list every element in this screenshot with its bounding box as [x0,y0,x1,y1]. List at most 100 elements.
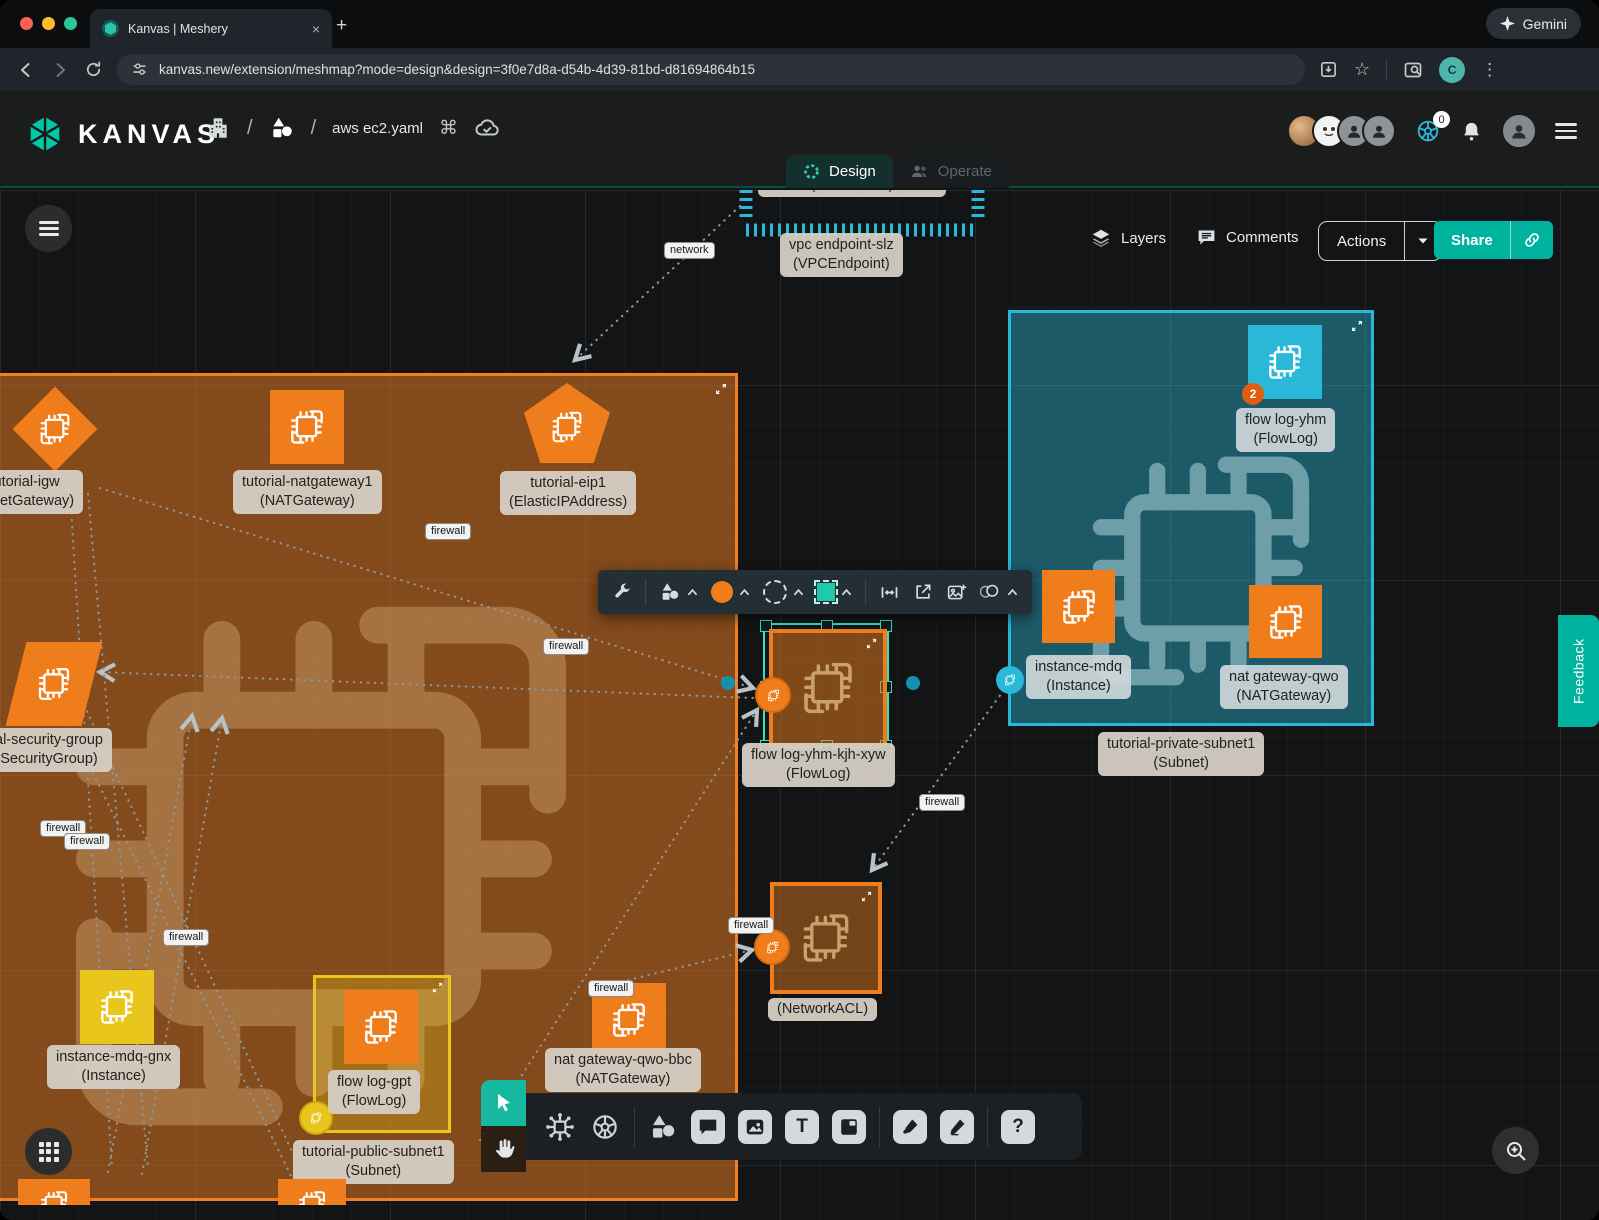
node-partial[interactable] [278,1179,346,1205]
resize-width-icon[interactable] [879,582,900,603]
note-tool-button[interactable] [832,1110,866,1144]
node-label-vpc-endpoint[interactable]: vpc endpoint-slz(VPCEndpoint) [780,233,903,277]
edge-label-firewall[interactable]: firewall [728,917,774,934]
select-tool-button[interactable] [481,1080,526,1126]
site-settings-icon[interactable] [131,61,148,78]
layers-button[interactable]: Layers [1090,227,1166,249]
subnet-connector[interactable] [996,666,1024,694]
browser-profile-avatar[interactable]: C [1439,57,1465,83]
node-flow-log-gpt[interactable] [344,990,418,1064]
user-avatar[interactable] [1501,113,1537,149]
node-label-nat-gateway-1[interactable]: tutorial-natgateway1(NATGateway) [233,470,382,514]
node-label-nat-gateway-qwo-bbc[interactable]: nat gateway-qwo-bbc(NATGateway) [545,1048,701,1092]
design-file-name[interactable]: aws ec2.yaml [332,120,423,137]
node-label-public-subnet[interactable]: tutorial-public-subnet1(Subnet) [293,1140,454,1184]
collaborator-avatars[interactable] [1287,114,1396,148]
fill-color-picker[interactable] [711,581,750,603]
shapes-tool-icon[interactable] [648,1112,678,1142]
search-panel-icon[interactable] [1403,60,1423,80]
node-label-private-subnet[interactable]: tutorial-private-subnet1(Subnet) [1098,732,1264,776]
border-style-picker[interactable] [763,580,804,604]
back-icon[interactable] [16,60,36,80]
node-instance-mdq[interactable] [1042,570,1115,643]
shortcuts-icon[interactable]: ⌘ [439,117,458,140]
canvas-menu-button[interactable] [25,205,72,252]
node-label-instance-mdq-gnx[interactable]: instance-mdq-gnx(Instance) [47,1045,180,1089]
node-label-security-group[interactable]: al-security-groupSecurityGroup) [0,728,112,772]
tab-operate[interactable]: Operate [893,155,1009,188]
edge-label-firewall[interactable]: firewall [588,980,634,997]
node-security-group[interactable] [16,642,92,726]
dot-grid-button[interactable] [25,1128,72,1175]
edge-endpoint-dot[interactable] [721,676,735,690]
node-label-instance-mdq[interactable]: instance-mdq(Instance) [1026,655,1131,699]
edge-label-firewall[interactable]: firewall [163,929,209,946]
copy-link-button[interactable] [1510,221,1553,259]
edge-endpoint-dot[interactable] [906,676,920,690]
node-label-network-acl[interactable]: (NetworkACL) [768,998,877,1021]
edge-label-firewall[interactable]: firewall [543,638,589,655]
edge-label-firewall[interactable]: firewall [425,523,471,540]
edge-label-network[interactable]: network [664,242,715,259]
organization-icon[interactable] [205,115,231,141]
reload-icon[interactable] [84,60,103,79]
node-label-flow-log-selected[interactable]: flow log-yhm-kjh-xyw(FlowLog) [742,743,895,787]
zoom-window-button[interactable] [64,17,77,30]
edge-label-firewall[interactable]: firewall [919,794,965,811]
shape-picker[interactable] [659,581,698,603]
network-acl-connector[interactable] [754,929,790,965]
node-nat-gateway-1[interactable] [270,390,344,464]
add-image-icon[interactable] [946,582,967,603]
feedback-tab[interactable]: Feedback [1558,615,1599,727]
notifications-bell-icon[interactable] [1460,120,1483,143]
browser-tab[interactable]: Kanvas | Meshery × [90,9,332,48]
node-label-elastic-ip[interactable]: tutorial-eip1(ElasticIPAddress) [500,471,636,515]
share-button[interactable]: Share [1434,221,1553,259]
node-nat-gateway-qwo[interactable] [1249,585,1322,658]
expand-node-icon[interactable] [432,982,443,993]
comment-tool-button[interactable] [691,1110,725,1144]
node-internet-gateway[interactable] [14,388,96,470]
collaborator-avatar[interactable] [1362,114,1396,148]
node-label-nat-gateway-qwo[interactable]: nat gateway-qwo(NATGateway) [1220,665,1348,709]
actions-button[interactable]: Actions [1318,221,1442,261]
draw-pencil-button[interactable] [940,1110,974,1144]
selection-style-picker[interactable] [817,583,852,601]
node-label-route-table[interactable]: (RouteTable) [758,190,946,197]
clone-picker[interactable] [980,582,1018,603]
kubernetes-tool-icon[interactable] [589,1111,621,1143]
zoom-button[interactable] [1492,1127,1539,1174]
node-label-flow-log-gpt[interactable]: flow log-gpt(FlowLog) [328,1070,420,1114]
browser-menu-icon[interactable]: ⋮ [1481,60,1498,80]
image-tool-button[interactable] [738,1110,772,1144]
forward-icon[interactable] [50,60,70,80]
kanvas-brand[interactable]: KANVAS [26,115,220,153]
tab-close-icon[interactable]: × [312,21,320,37]
environment-connections[interactable]: 0 [1414,117,1442,145]
connect-pen-button[interactable] [893,1110,927,1144]
component-tool-icon[interactable] [544,1111,576,1143]
app-menu-icon[interactable] [1555,119,1577,143]
gemini-button[interactable]: Gemini [1486,8,1581,39]
close-window-button[interactable] [20,17,33,30]
help-button[interactable]: ? [1001,1110,1035,1144]
design-canvas[interactable]: Layers Comments Actions Share (RouteTabl… [0,190,1599,1220]
pan-tool-button[interactable] [481,1126,526,1172]
node-label-flow-log-yhm[interactable]: flow log-yhm(FlowLog) [1236,408,1335,452]
minimize-window-button[interactable] [42,17,55,30]
node-instance-mdq-gnx[interactable] [80,970,154,1044]
text-tool-button[interactable]: T [785,1110,819,1144]
save-page-icon[interactable] [1319,60,1338,79]
node-label-internet-gateway[interactable]: tutorial-igwternetGateway) [0,470,83,514]
window-controls[interactable] [20,17,77,30]
flow-log-connector[interactable] [755,677,791,713]
node-partial[interactable] [18,1179,90,1205]
url-input[interactable]: kanvas.new/extension/meshmap?mode=design… [117,54,1305,85]
designs-icon[interactable] [269,115,295,141]
expand-node-icon[interactable] [866,638,877,649]
open-in-new-icon[interactable] [913,582,933,602]
expand-node-icon[interactable] [861,891,872,902]
bookmark-star-icon[interactable]: ☆ [1354,59,1370,80]
tab-design[interactable]: Design [786,155,893,188]
new-tab-button[interactable]: + [336,16,347,35]
